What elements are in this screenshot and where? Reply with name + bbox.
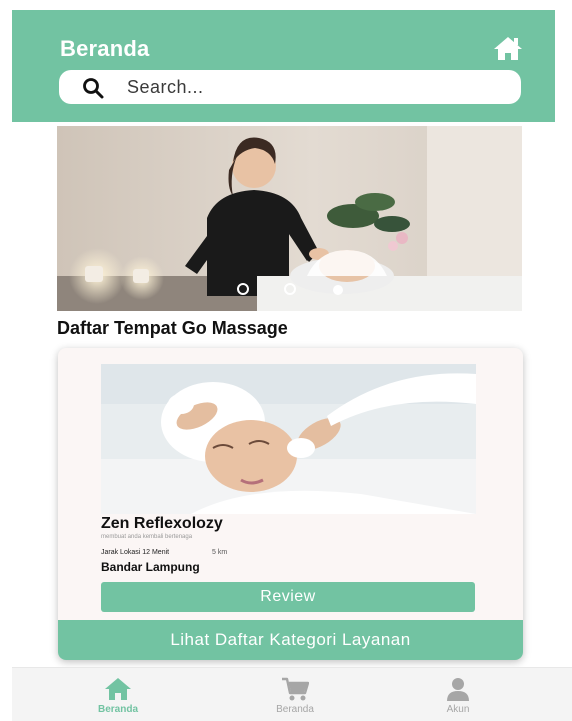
carousel-dot[interactable] — [237, 283, 249, 295]
place-card[interactable]: Zen Reflexolozy membuat anda kembali ber… — [58, 348, 523, 660]
place-city: Bandar Lampung — [101, 560, 200, 574]
bottom-navigation: Beranda Beranda Akun — [12, 667, 572, 721]
search-icon[interactable] — [81, 76, 105, 100]
place-subtitle: membuat anda kembali bertenaga — [101, 534, 193, 540]
home-icon — [104, 676, 132, 702]
carousel-dot[interactable] — [284, 283, 296, 295]
nav-label: Beranda — [97, 704, 138, 715]
place-name: Zen Reflexolozy — [101, 515, 223, 532]
nav-item-beranda[interactable]: Beranda — [68, 668, 168, 721]
banner-carousel[interactable] — [57, 126, 522, 311]
facial-treatment-photo — [101, 364, 476, 514]
review-button[interactable]: Review — [101, 582, 475, 612]
carousel-dot-active[interactable] — [333, 285, 343, 295]
place-distance: Jarak Lokasi 12 Menit — [101, 549, 170, 556]
search-bar[interactable] — [59, 70, 521, 104]
nav-item-akun[interactable]: Akun — [408, 668, 508, 721]
cart-icon — [281, 676, 310, 702]
search-input[interactable] — [127, 74, 507, 100]
section-title: Daftar Tempat Go Massage — [57, 318, 288, 338]
place-hours: 5 km — [212, 549, 228, 556]
nav-item-cart[interactable]: Beranda — [245, 668, 345, 721]
nav-label: Akun — [446, 704, 470, 715]
page-title: Beranda — [60, 36, 150, 61]
home-icon[interactable] — [492, 34, 524, 62]
user-icon — [444, 676, 472, 702]
view-categories-button[interactable]: Lihat Daftar Kategori Layanan — [58, 620, 523, 660]
app-header: Beranda — [12, 10, 555, 122]
nav-label: Beranda — [276, 704, 314, 715]
